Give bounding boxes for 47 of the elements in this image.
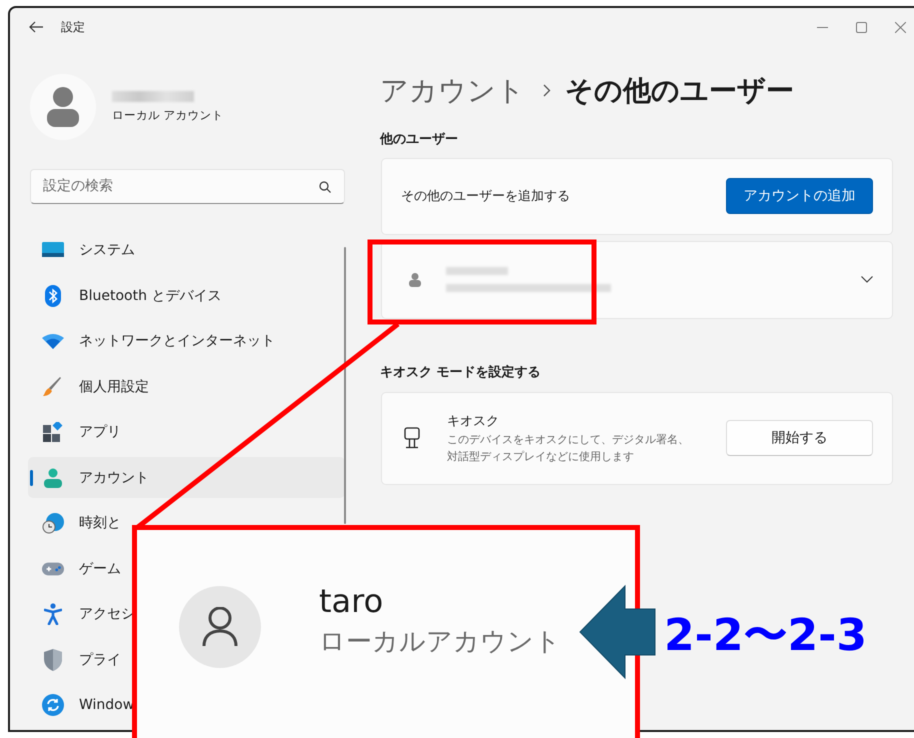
page-title: その他のユーザー	[565, 72, 794, 108]
search-field[interactable]: 設定の検索	[30, 168, 345, 204]
breadcrumb-link[interactable]: アカウント	[380, 72, 525, 110]
sidebar-item[interactable]: システム	[28, 230, 135, 270]
shield-icon	[44, 648, 62, 670]
sidebar-item[interactable]: ネットワークとインターネット	[28, 320, 275, 362]
window-title: 設定	[61, 18, 85, 36]
search-icon[interactable]	[319, 180, 331, 192]
step-label: 2-2〜2-3	[664, 609, 867, 663]
sidebar-item[interactable]: アカウント	[28, 457, 345, 498]
account-type: ローカル アカウント	[112, 108, 224, 122]
scrollbar[interactable]	[344, 246, 346, 524]
sidebar-item[interactable]: プライ	[28, 639, 121, 680]
kiosk-icon	[404, 427, 420, 449]
setting-description: このデバイスをキオスクにして、デジタル署名、対話型ディスプレイなどに使用します	[447, 432, 690, 464]
close-icon[interactable]	[895, 22, 906, 33]
sidebar-item[interactable]: 時刻と	[28, 502, 121, 544]
brush-icon	[43, 376, 63, 396]
back-arrow-icon[interactable]	[29, 21, 43, 34]
bluetooth-icon	[45, 284, 61, 306]
sidebar-item[interactable]: アプリ	[28, 412, 121, 452]
sidebar-item[interactable]: Window	[28, 684, 134, 726]
person-icon	[409, 272, 421, 286]
sidebar-item[interactable]: 個人用設定	[28, 366, 149, 407]
gamepad-icon	[42, 562, 64, 576]
sidebar-item[interactable]: ゲーム	[28, 548, 121, 589]
user-name: taro	[319, 581, 384, 622]
sync-icon	[42, 694, 64, 716]
globe-clock-icon	[42, 512, 64, 534]
user-row[interactable]	[381, 240, 893, 318]
section-heading: キオスク モードを設定する	[380, 364, 542, 380]
sidebar-item[interactable]: Bluetooth とデバイス	[28, 275, 222, 316]
setting-title: キオスク	[447, 412, 500, 430]
monitor-icon	[42, 242, 64, 258]
wifi-icon	[42, 333, 64, 349]
account-type: ローカルアカウント	[319, 626, 561, 659]
start-button[interactable]: 開始する	[726, 420, 873, 456]
chevron-right-icon	[543, 84, 551, 97]
accessibility-icon	[44, 603, 62, 625]
section-heading: 他のユーザー	[380, 130, 459, 148]
apps-icon	[43, 422, 63, 442]
arrow-icon	[579, 584, 656, 680]
chevron-down-icon[interactable]	[861, 276, 873, 283]
setting-label: その他のユーザーを追加する	[401, 188, 571, 205]
add-account-button[interactable]: アカウントの追加	[726, 178, 873, 214]
person-icon	[43, 468, 63, 488]
maximize-icon[interactable]	[856, 22, 867, 33]
